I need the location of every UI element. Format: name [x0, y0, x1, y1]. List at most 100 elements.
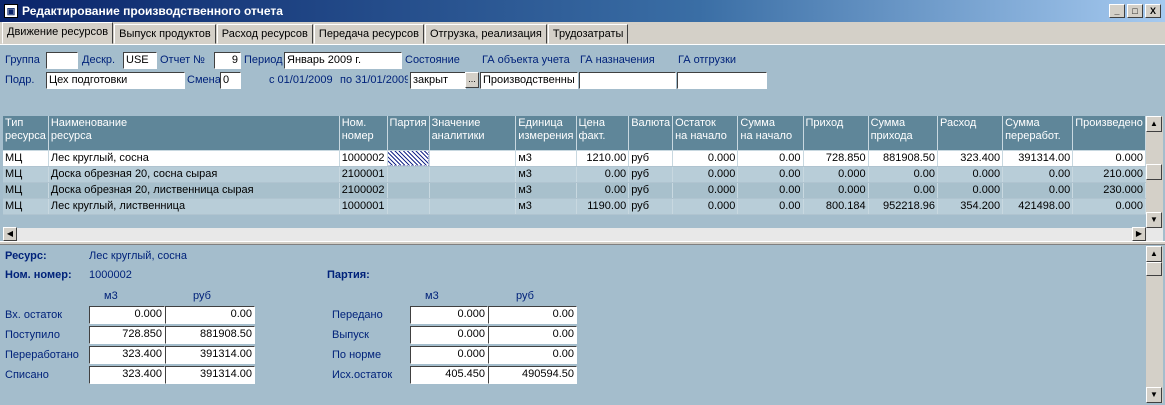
cell-income[interactable]: 728.850: [803, 150, 869, 167]
cell-name[interactable]: Лес круглый, сосна: [48, 150, 340, 167]
output-sum[interactable]: 0.00: [488, 326, 577, 344]
cell-income[interactable]: 0.000: [803, 182, 869, 199]
col-start-balance[interactable]: Остаток на начало: [672, 116, 739, 151]
cell-nom[interactable]: 2100001: [339, 166, 388, 183]
minimize-button[interactable]: _: [1109, 4, 1125, 18]
col-unit[interactable]: Единица измерения: [515, 116, 577, 151]
out-balance-sum[interactable]: 490594.50: [488, 366, 577, 384]
cell-nom[interactable]: 1000002: [339, 150, 388, 167]
cell-produced[interactable]: 0.000: [1072, 198, 1146, 215]
cell-expense[interactable]: 0.000: [937, 166, 1004, 183]
cell-currency[interactable]: руб: [628, 182, 674, 199]
cell-start-balance[interactable]: 0.000: [672, 166, 739, 183]
report-number-field[interactable]: 9: [214, 52, 241, 69]
col-processed-sum[interactable]: Сумма переработ.: [1002, 116, 1074, 151]
cell-analytics[interactable]: [429, 198, 517, 215]
cell-price[interactable]: 0.00: [576, 182, 630, 199]
ga-object-field[interactable]: Производственны: [480, 72, 578, 89]
cell-processed-sum[interactable]: 0.00: [1002, 182, 1074, 199]
scroll-right-icon[interactable]: ▶: [1132, 227, 1146, 241]
processed-sum[interactable]: 391314.00: [165, 346, 255, 364]
cell-unit[interactable]: м3: [515, 150, 577, 167]
scroll-left-icon[interactable]: ◀: [3, 227, 17, 241]
cell-unit[interactable]: м3: [515, 198, 577, 215]
col-type[interactable]: Тип ресурса: [3, 116, 49, 151]
col-currency[interactable]: Валюта: [628, 116, 674, 151]
table-row[interactable]: МЦ Доска обрезная 20, сосна сырая 210000…: [3, 166, 1146, 183]
tab-resource-transfer[interactable]: Передача ресурсов: [313, 24, 424, 44]
cell-batch[interactable]: [387, 166, 430, 183]
period-field[interactable]: Январь 2009 г.: [284, 52, 402, 69]
details-scroll-up-icon[interactable]: ▲: [1146, 246, 1162, 262]
col-start-sum[interactable]: Сумма на начало: [737, 116, 804, 151]
tab-resource-consumption[interactable]: Расход ресурсов: [216, 24, 313, 44]
cell-start-balance[interactable]: 0.000: [672, 198, 739, 215]
group-field[interactable]: [46, 52, 78, 69]
cell-analytics[interactable]: [429, 182, 517, 199]
grid-horizontal-scrollbar[interactable]: ◀ ▶: [3, 227, 1163, 241]
received-qty[interactable]: 728.850: [89, 326, 165, 344]
in-balance-qty[interactable]: 0.000: [89, 306, 165, 324]
cell-batch[interactable]: [387, 198, 430, 215]
cell-type[interactable]: МЦ: [3, 150, 49, 167]
col-name[interactable]: Наименование ресурса: [48, 116, 340, 151]
cell-batch[interactable]: [387, 150, 430, 167]
cell-unit[interactable]: м3: [515, 182, 577, 199]
cell-nom[interactable]: 2100002: [339, 182, 388, 199]
col-batch[interactable]: Партия: [387, 116, 430, 151]
processed-qty[interactable]: 323.400: [89, 346, 165, 364]
close-button[interactable]: X: [1145, 4, 1161, 18]
table-row[interactable]: МЦ Лес круглый, сосна 1000002 м3 1210.00…: [3, 150, 1146, 167]
by-norm-qty[interactable]: 0.000: [410, 346, 488, 364]
cell-produced[interactable]: 210.000: [1072, 166, 1146, 183]
ga-destination-field[interactable]: [579, 72, 676, 89]
cell-expense[interactable]: 323.400: [937, 150, 1004, 167]
scroll-down-icon[interactable]: ▼: [1146, 212, 1162, 228]
cell-income-sum[interactable]: 0.00: [868, 182, 938, 199]
by-norm-sum[interactable]: 0.00: [488, 346, 577, 364]
cell-price[interactable]: 1210.00: [576, 150, 630, 167]
maximize-button[interactable]: □: [1127, 4, 1143, 18]
tab-product-output[interactable]: Выпуск продуктов: [114, 24, 216, 44]
cell-expense[interactable]: 0.000: [937, 182, 1004, 199]
cell-start-sum[interactable]: 0.00: [737, 198, 804, 215]
cell-income[interactable]: 800.184: [803, 198, 869, 215]
table-row[interactable]: МЦ Лес круглый, лиственница 1000001 м3 1…: [3, 198, 1146, 215]
cell-batch[interactable]: [387, 182, 430, 199]
cell-analytics[interactable]: [429, 150, 517, 167]
cell-processed-sum[interactable]: 0.00: [1002, 166, 1074, 183]
cell-nom[interactable]: 1000001: [339, 198, 388, 215]
cell-name[interactable]: Лес круглый, лиственница: [48, 198, 340, 215]
cell-name[interactable]: Доска обрезная 20, сосна сырая: [48, 166, 340, 183]
cell-name[interactable]: Доска обрезная 20, лиственница сырая: [48, 182, 340, 199]
cell-currency[interactable]: руб: [628, 166, 674, 183]
cell-income-sum[interactable]: 881908.50: [868, 150, 938, 167]
details-scroll-thumb[interactable]: [1146, 262, 1162, 276]
cell-currency[interactable]: руб: [628, 198, 674, 215]
cell-currency[interactable]: руб: [628, 150, 674, 167]
in-balance-sum[interactable]: 0.00: [165, 306, 255, 324]
scroll-thumb[interactable]: [1146, 164, 1162, 180]
ga-shipment-field[interactable]: [677, 72, 767, 89]
cell-type[interactable]: МЦ: [3, 166, 49, 183]
cell-price[interactable]: 1190.00: [576, 198, 630, 215]
transferred-qty[interactable]: 0.000: [410, 306, 488, 324]
cell-start-balance[interactable]: 0.000: [672, 182, 739, 199]
tab-resource-movement[interactable]: Движение ресурсов: [2, 22, 114, 44]
cell-income-sum[interactable]: 0.00: [868, 166, 938, 183]
cell-processed-sum[interactable]: 391314.00: [1002, 150, 1074, 167]
cell-income-sum[interactable]: 952218.96: [868, 198, 938, 215]
state-field[interactable]: закрыт: [410, 72, 466, 89]
cell-unit[interactable]: м3: [515, 166, 577, 183]
cell-produced[interactable]: 230.000: [1072, 182, 1146, 199]
cell-start-sum[interactable]: 0.00: [737, 166, 804, 183]
cell-produced[interactable]: 0.000: [1072, 150, 1146, 167]
shift-field[interactable]: 0: [220, 72, 241, 89]
details-scroll-down-icon[interactable]: ▼: [1146, 387, 1162, 403]
output-qty[interactable]: 0.000: [410, 326, 488, 344]
col-expense[interactable]: Расход: [937, 116, 1004, 151]
state-picker-button[interactable]: ...: [465, 72, 479, 88]
table-row[interactable]: МЦ Доска обрезная 20, лиственница сырая …: [3, 182, 1146, 199]
written-off-qty[interactable]: 323.400: [89, 366, 165, 384]
cell-analytics[interactable]: [429, 166, 517, 183]
